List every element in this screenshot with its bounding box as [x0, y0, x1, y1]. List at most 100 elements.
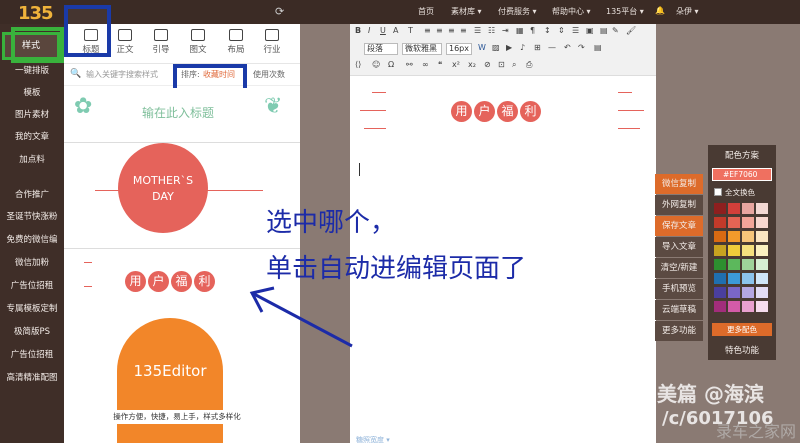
color-swatch[interactable]: [756, 231, 768, 242]
mobile-preview-button[interactable]: 手机预览: [655, 279, 703, 299]
undo-icon[interactable]: ↶: [564, 43, 574, 53]
select-all-icon[interactable]: ⊡: [498, 60, 508, 70]
color-swatch[interactable]: [728, 231, 740, 242]
hr-icon[interactable]: —: [548, 43, 558, 53]
sidebar-item-my-articles[interactable]: 我的文章: [0, 130, 64, 142]
sample-title-style[interactable]: ✿ ❦ 输在此入标题: [64, 88, 300, 142]
promo-item[interactable]: 专属模板定制: [0, 302, 64, 314]
color-swatch[interactable]: [742, 245, 754, 256]
logo[interactable]: 135: [18, 3, 54, 24]
nav-help-center[interactable]: 帮助中心 ▾: [552, 6, 591, 17]
color-swatch[interactable]: [728, 259, 740, 270]
more-colors-button[interactable]: 更多配色: [712, 323, 772, 336]
underline-icon[interactable]: U: [380, 26, 390, 36]
color-swatch[interactable]: [714, 203, 726, 214]
align-right-icon[interactable]: ≡: [448, 26, 458, 36]
promo-item[interactable]: 圣诞节快涨粉: [0, 210, 64, 222]
omega-icon[interactable]: Ω: [388, 60, 398, 70]
block-icon[interactable]: ▣: [586, 26, 596, 36]
sample-135editor[interactable]: 135Editor: [117, 318, 223, 443]
word-icon[interactable]: W: [478, 43, 488, 53]
color-swatch[interactable]: [742, 231, 754, 242]
color-swatch[interactable]: [742, 203, 754, 214]
sample-mothers-day[interactable]: MOTHER`S DAY: [118, 143, 208, 233]
sidebar-item-templates[interactable]: 模板: [0, 86, 64, 98]
editor-heading[interactable]: 用户福利: [450, 101, 542, 122]
tab-image-text[interactable]: 图文: [183, 26, 213, 55]
promo-item[interactable]: 广告位招租: [0, 279, 64, 291]
ordered-list-icon[interactable]: ☷: [488, 26, 498, 36]
font-size-select[interactable]: 16px: [446, 43, 472, 55]
bold-icon[interactable]: B: [355, 26, 365, 36]
color-swatch[interactable]: [756, 259, 768, 270]
search-input[interactable]: 输入关键字搜索样式: [86, 69, 158, 80]
tab-body[interactable]: 正文: [110, 26, 140, 55]
wechat-copy-button[interactable]: 微信复制: [655, 174, 703, 194]
print-icon[interactable]: ⎙: [526, 60, 536, 70]
sample-user-benefit[interactable]: 用户福利: [124, 271, 216, 292]
nav-user[interactable]: 朵伊 ▾: [676, 6, 699, 17]
color-swatch[interactable]: [756, 273, 768, 284]
color-swatch[interactable]: [742, 259, 754, 270]
italic-icon[interactable]: I: [368, 26, 378, 36]
justify-icon[interactable]: ≡: [460, 26, 470, 36]
quote-icon[interactable]: ❝: [438, 60, 448, 70]
save-article-button[interactable]: 保存文章: [655, 216, 703, 236]
align-left-icon[interactable]: ≡: [424, 26, 434, 36]
color-swatch[interactable]: [756, 203, 768, 214]
color-swatch[interactable]: [756, 245, 768, 256]
music-icon[interactable]: ♪: [520, 43, 530, 53]
redo-icon[interactable]: ↷: [578, 43, 588, 53]
map-icon[interactable]: ⊞: [534, 43, 544, 53]
list-icon[interactable]: ☰: [474, 26, 484, 36]
color-swatch[interactable]: [714, 301, 726, 312]
sidebar-item-add-extras[interactable]: 加点料: [0, 153, 64, 165]
color-swatch[interactable]: [728, 203, 740, 214]
color-swatch[interactable]: [742, 217, 754, 228]
align-center-icon[interactable]: ≡: [436, 26, 446, 36]
clear-format-icon[interactable]: ⊘: [484, 60, 494, 70]
promo-item[interactable]: 免费的微信编: [0, 233, 64, 245]
line-height-icon[interactable]: ⇕: [558, 26, 568, 36]
footer-hint[interactable]: 糖照宽度 ▾: [356, 435, 390, 443]
special-feature-button[interactable]: 特色功能: [708, 344, 776, 356]
import-article-button[interactable]: 导入文章: [655, 237, 703, 257]
sort-by-usage[interactable]: 使用次数: [253, 69, 285, 80]
color-swatch[interactable]: [714, 287, 726, 298]
nav-paid-services[interactable]: 付费服务 ▾: [498, 6, 537, 17]
template-icon[interactable]: ▤: [594, 43, 604, 53]
sidebar-item-style[interactable]: 样式: [2, 32, 60, 60]
refresh-icon[interactable]: ⟳: [275, 5, 284, 18]
image-icon[interactable]: ▨: [492, 43, 502, 53]
promo-item[interactable]: 极简版PS: [0, 325, 64, 337]
color-swatch[interactable]: [714, 217, 726, 228]
indent-icon[interactable]: ⇥: [502, 26, 512, 36]
video-icon[interactable]: ▶: [506, 43, 516, 53]
color-swatch[interactable]: [742, 301, 754, 312]
color-swatch[interactable]: [728, 301, 740, 312]
nav-135-platform[interactable]: 135平台 ▾: [606, 6, 644, 17]
color-swatch[interactable]: [728, 273, 740, 284]
color-swatch[interactable]: [742, 273, 754, 284]
sidebar-item-image-materials[interactable]: 图片素材: [0, 108, 64, 120]
color-swatch[interactable]: [714, 259, 726, 270]
nav-materials[interactable]: 素材库 ▾: [451, 6, 482, 17]
cloud-draft-button[interactable]: 云端草稿: [655, 300, 703, 320]
subscript-icon[interactable]: x₂: [468, 60, 478, 70]
more-icon[interactable]: ▤: [600, 26, 610, 36]
color-swatch[interactable]: [756, 287, 768, 298]
link-icon[interactable]: ⚯: [406, 60, 416, 70]
color-swatch[interactable]: [728, 287, 740, 298]
tab-guide[interactable]: 引导: [146, 26, 176, 55]
format-painter-icon[interactable]: 🖌: [626, 26, 636, 36]
color-swatch[interactable]: [714, 245, 726, 256]
tab-layout[interactable]: 布局: [221, 26, 251, 55]
color-swatch[interactable]: [728, 245, 740, 256]
list-style-icon[interactable]: ☰: [572, 26, 582, 36]
external-copy-button[interactable]: 外网复制: [655, 195, 703, 215]
eraser-icon[interactable]: ✎: [612, 26, 622, 36]
nav-home[interactable]: 首页: [418, 6, 434, 17]
promo-item[interactable]: 微信加粉: [0, 256, 64, 268]
color-swatch[interactable]: [714, 231, 726, 242]
paragraph-select[interactable]: 段落: [364, 43, 398, 55]
